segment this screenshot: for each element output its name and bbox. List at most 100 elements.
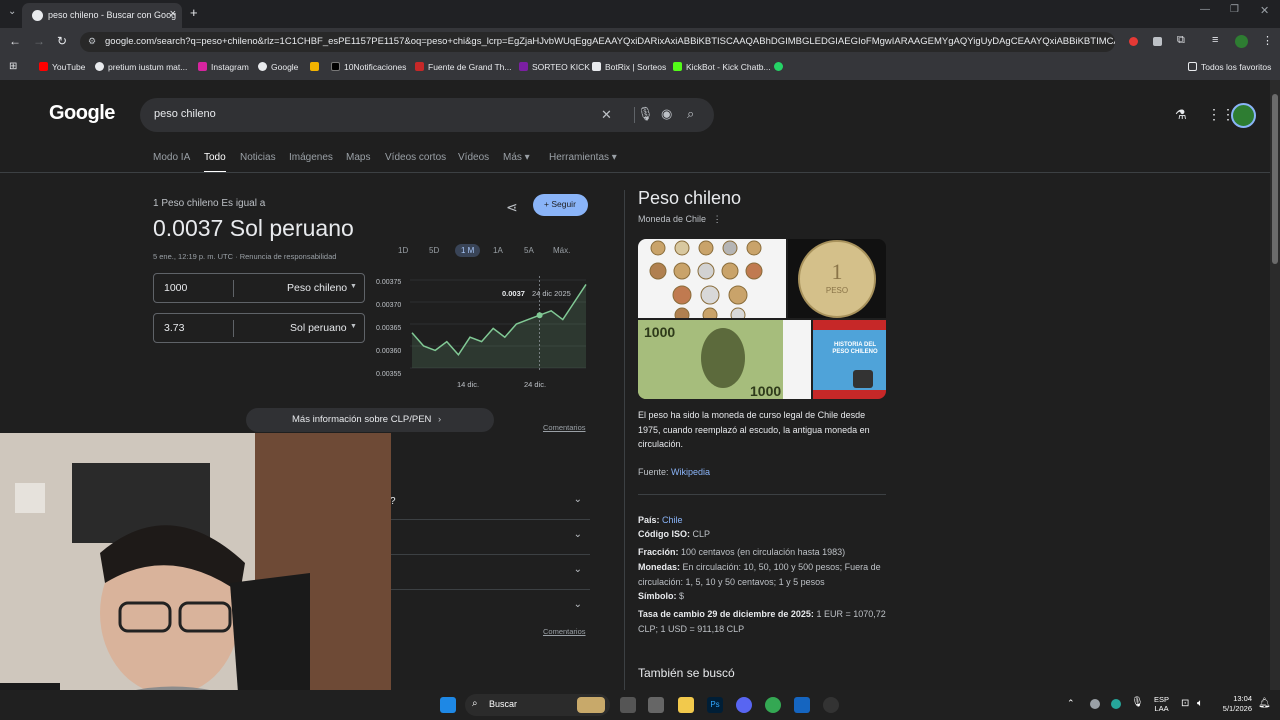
chevron-down-icon[interactable]: ⌄ [574,529,582,540]
share-icon[interactable]: ⋖ [506,199,518,216]
tray-chevron-icon[interactable]: ⌃ [1067,698,1075,709]
banknote-image[interactable]: 1000 1000 [638,320,811,399]
dropdown-icon[interactable]: ▼ [350,323,357,330]
back-icon[interactable]: ← [9,34,21,48]
notification-icon[interactable]: 🔔︎ [1258,698,1271,709]
tab-images[interactable]: Imágenes [289,152,333,163]
dropdown-icon[interactable]: ▼ [350,283,357,290]
faq-item[interactable]: ⌄ [390,556,590,590]
app-icon[interactable] [794,697,810,713]
chrome-icon[interactable] [765,697,781,713]
profile-avatar[interactable] [1235,35,1248,48]
forward-icon[interactable]: → [33,34,45,48]
google-logo[interactable]: Google [49,102,115,125]
tab-more[interactable]: Más ▾ [503,152,530,163]
windows-start-icon[interactable] [440,697,456,713]
all-bookmarks[interactable]: Todos los favoritos [1188,62,1271,72]
volume-icon[interactable]: 🔈︎ [1197,698,1203,709]
range-1d[interactable]: 1D [398,246,408,255]
faq-item[interactable]: ⌄ [390,521,590,555]
range-1y[interactable]: 1A [493,246,503,255]
tab-ai-mode[interactable]: Modo IA [153,152,190,163]
file-explorer-icon[interactable] [678,697,694,713]
close-tab-icon[interactable]: × [170,8,176,20]
address-bar[interactable]: ⚙ google.com/search?q=peso+chileno&rlz=1C… [80,32,1115,52]
tab-tools[interactable]: Herramientas ▾ [549,152,617,163]
reload-icon[interactable]: ↻ [57,34,67,48]
bookmark-x[interactable]: 10Notificaciones [331,62,406,72]
scrollbar[interactable] [1270,80,1280,690]
search-query[interactable]: peso chileno [154,108,216,120]
tab-all[interactable]: Todo [204,152,226,173]
tab-maps[interactable]: Maps [346,152,370,163]
country-link[interactable]: Chile [662,515,683,525]
extensions-puzzle-icon[interactable]: ⧉ [1177,34,1185,47]
feedback-link[interactable]: Comentarios [543,423,586,432]
bookmark-gta[interactable]: Fuente de Grand Th... [415,62,511,72]
tray-icon[interactable] [1111,699,1121,709]
search-input[interactable]: peso chileno ✕ 🎙︎ ◉ ⌕ [140,98,714,132]
restore-icon[interactable]: ❐ [1230,4,1239,15]
to-currency-select[interactable]: Sol peruano [290,322,347,334]
minimize-icon[interactable]: — [1200,4,1210,15]
chevron-down-icon[interactable]: ⌄ [574,599,582,610]
tab-search-icon[interactable]: ≡ [1212,34,1218,46]
apps-grid-icon[interactable]: ⊞ [9,61,17,72]
language-indicator[interactable]: ESP LAA [1154,695,1169,713]
lens-icon[interactable]: ◉ [661,106,672,122]
feedback-link[interactable]: Comentarios [543,627,586,636]
faq-item[interactable]: ? ⌄ [390,486,590,520]
tab-search-icon[interactable]: ⌄ [8,6,16,17]
more-options-icon[interactable]: ⋮ [713,214,722,224]
discord-icon[interactable] [736,697,752,713]
tab-short-videos[interactable]: Vídeos cortos [385,152,446,163]
bookmark-whatsapp[interactable] [774,62,787,72]
range-5d[interactable]: 5D [429,246,439,255]
tab-videos[interactable]: Vídeos [458,152,489,163]
chevron-down-icon[interactable]: ⌄ [574,564,582,575]
range-max[interactable]: Máx. [553,246,570,255]
task-view-icon[interactable] [620,697,636,713]
clock[interactable]: 13:04 5/1/2026 [1216,694,1252,714]
faq-item[interactable]: ⌄ [390,591,590,625]
bookmark-youtube[interactable]: YouTube [39,62,85,72]
close-window-icon[interactable]: ✕ [1260,4,1269,17]
search-icon[interactable]: ⌕ [687,106,694,122]
bookmark-kickbot[interactable]: KickBot - Kick Chatb... [673,62,771,72]
new-tab-icon[interactable]: + [190,5,198,20]
labs-flask-icon[interactable]: ⚗ [1175,107,1187,123]
bookmark-sorteo-kick[interactable]: SORTEO KICK [519,62,590,72]
range-1m[interactable]: 1 M [455,244,481,257]
range-5y[interactable]: 5A [524,246,534,255]
follow-button[interactable]: + Seguir [533,194,588,216]
obs-icon[interactable] [823,697,839,713]
bookmark-instagram[interactable]: Instagram [198,62,249,72]
site-info-icon[interactable]: ⚙ [88,36,96,47]
extension-icon[interactable] [1129,37,1138,46]
wikipedia-link[interactable]: Wikipedia [671,467,710,477]
tray-icon[interactable] [1090,699,1100,709]
extension-icon[interactable] [1153,37,1162,46]
menu-icon[interactable]: ⋮ [1262,34,1273,47]
from-amount-input[interactable]: 1000 [164,282,187,294]
bookmark-botrix[interactable]: BotRix | Sorteos [592,62,666,72]
scrollbar-thumb[interactable] [1272,94,1278,264]
bookmark-google[interactable]: Google [258,62,298,72]
microphone-icon[interactable]: 🎙︎ [637,106,654,122]
more-info-button[interactable]: Más información sobre CLP/PEN › [246,408,494,432]
from-currency-select[interactable]: Peso chileno [287,282,347,294]
coins-image[interactable] [638,239,786,318]
app-icon[interactable] [648,697,664,713]
bookmark-unnamed[interactable] [310,62,323,72]
account-avatar[interactable] [1231,103,1256,128]
clear-icon[interactable]: ✕ [601,107,612,123]
photoshop-icon[interactable]: Ps [707,697,723,713]
to-amount-input[interactable]: 3.73 [164,322,184,334]
tab-news[interactable]: Noticias [240,152,276,163]
one-peso-coin-image[interactable]: 1 PESO [788,239,886,318]
taskbar-search[interactable]: ⌕ Buscar [465,694,610,716]
network-icon[interactable]: ⊡ [1181,698,1189,709]
chevron-down-icon[interactable]: ⌄ [574,494,582,505]
browser-tab[interactable]: peso chileno - Buscar con Goog × [22,3,182,28]
microphone-icon[interactable]: 🎙︎ [1131,697,1144,708]
